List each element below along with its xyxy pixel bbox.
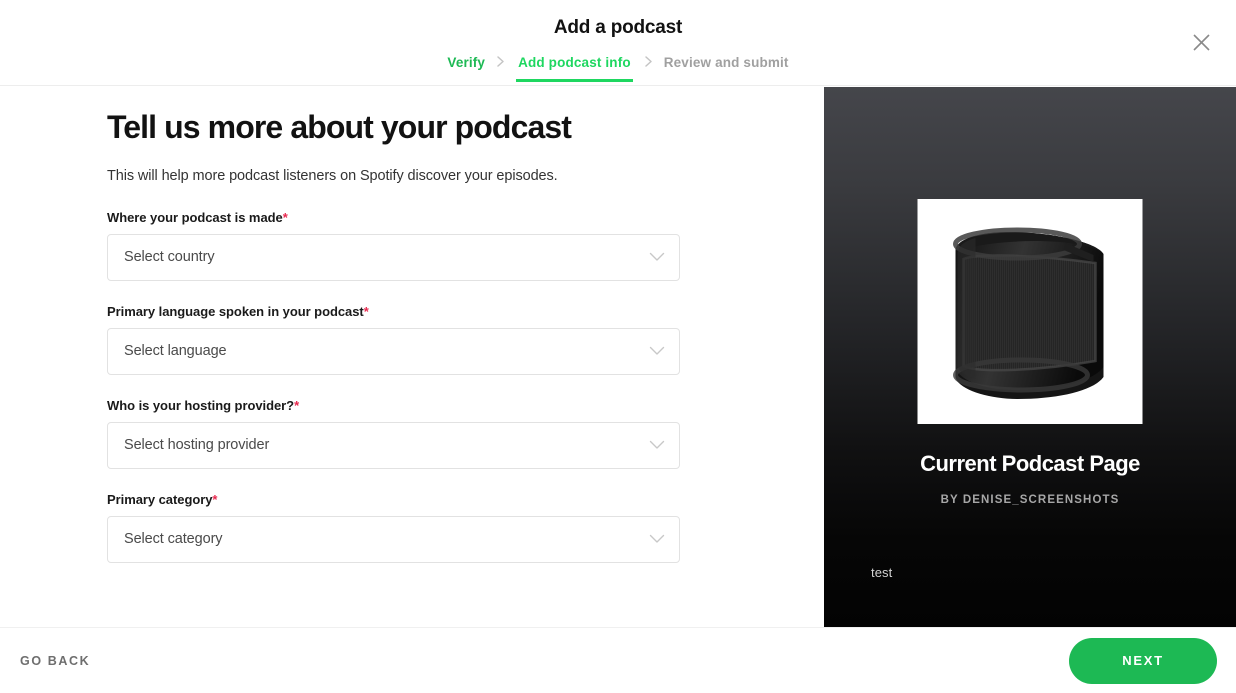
- breadcrumb: Verify Add podcast info Review and submi…: [0, 55, 1236, 82]
- form-pane: Tell us more about your podcast This wil…: [0, 87, 824, 625]
- preview-podcast-author: BY DENISE_SCREENSHOTS: [940, 494, 1120, 506]
- go-back-button[interactable]: GO BACK: [14, 646, 96, 676]
- hosting-provider-select[interactable]: Select hosting provider: [107, 421, 680, 469]
- category-select-value: Select category: [124, 531, 223, 548]
- close-icon[interactable]: [1186, 27, 1216, 57]
- field-label-hosting-provider-text: Who is your hosting provider?: [107, 397, 295, 413]
- podcast-preview-pane: Current Podcast Page BY DENISE_SCREENSHO…: [824, 87, 1236, 627]
- hosting-provider-select-value: Select hosting provider: [124, 437, 270, 454]
- field-country: Where your podcast is made* Select count…: [107, 210, 824, 281]
- field-label-language-text: Primary language spoken in your podcast: [107, 303, 364, 319]
- field-label-country: Where your podcast is made*: [107, 210, 824, 225]
- breadcrumb-step-add-podcast-info[interactable]: Add podcast info: [516, 55, 633, 82]
- chevron-right-icon: [485, 55, 516, 77]
- chevron-down-icon: [649, 252, 665, 262]
- field-label-language: Primary language spoken in your podcast*: [107, 304, 824, 319]
- modal-title: Add a podcast: [553, 17, 683, 38]
- modal-header: Add a podcast Verify Add podcast info Re…: [0, 0, 1236, 86]
- required-marker: *: [212, 491, 218, 507]
- chevron-right-icon: [633, 55, 664, 77]
- chevron-down-icon: [649, 534, 665, 544]
- language-select[interactable]: Select language: [107, 327, 680, 375]
- add-podcast-modal: Add a podcast Verify Add podcast info Re…: [0, 0, 1236, 693]
- field-label-country-text: Where your podcast is made: [107, 209, 283, 225]
- preview-podcast-title: Current Podcast Page: [920, 451, 1140, 476]
- page-subtitle: This will help more podcast listeners on…: [107, 167, 558, 184]
- field-category: Primary category* Select category: [107, 492, 824, 563]
- category-select[interactable]: Select category: [107, 515, 680, 563]
- page-title: Tell us more about your podcast: [107, 109, 572, 145]
- podcast-artwork: [917, 199, 1143, 424]
- required-marker: *: [363, 303, 369, 319]
- field-label-category-text: Primary category: [107, 491, 213, 507]
- breadcrumb-step-verify[interactable]: Verify: [447, 55, 485, 79]
- required-marker: *: [294, 397, 300, 413]
- country-select[interactable]: Select country: [107, 233, 680, 281]
- required-marker: *: [282, 209, 288, 225]
- language-select-value: Select language: [124, 343, 227, 360]
- preview-podcast-description: test: [871, 565, 893, 580]
- chevron-down-icon: [649, 346, 665, 356]
- modal-footer: GO BACK NEXT: [0, 627, 1236, 693]
- country-select-value: Select country: [124, 249, 215, 266]
- breadcrumb-step-review-and-submit: Review and submit: [663, 55, 789, 70]
- field-label-hosting-provider: Who is your hosting provider?*: [107, 398, 824, 413]
- next-button[interactable]: NEXT: [1069, 637, 1217, 684]
- chevron-down-icon: [649, 440, 665, 450]
- field-language: Primary language spoken in your podcast*…: [107, 304, 824, 375]
- field-label-category: Primary category*: [107, 492, 824, 507]
- field-hosting-provider: Who is your hosting provider?* Select ho…: [107, 398, 824, 469]
